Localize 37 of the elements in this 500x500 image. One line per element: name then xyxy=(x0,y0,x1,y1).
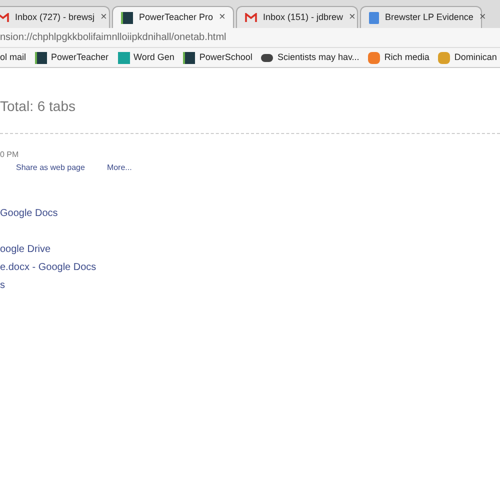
bookmark[interactable]: Dominican xyxy=(438,50,497,64)
bookmark[interactable]: Rich media xyxy=(368,50,430,64)
app-icon xyxy=(368,52,380,64)
bookmark[interactable]: ol mail xyxy=(0,50,26,64)
bookmark[interactable]: Word Gen xyxy=(118,50,174,64)
app-icon xyxy=(438,52,450,64)
browser-tab[interactable]: Inbox (727) - brewsj × xyxy=(0,6,110,28)
close-button[interactable]: × xyxy=(479,12,486,23)
browser-tab[interactable]: PowerTeacher Pro × xyxy=(112,6,234,28)
tab-title: Brewster LP Evidence xyxy=(385,10,474,24)
tab-link[interactable]: s xyxy=(0,277,500,295)
group-time: 0 PM xyxy=(0,149,20,161)
action-link[interactable]: More... xyxy=(106,162,132,174)
tab-link[interactable]: e.docx - Google Docs xyxy=(0,259,500,277)
bookmark[interactable]: Scientists may hav... xyxy=(261,50,360,64)
app-icon xyxy=(121,12,133,24)
mail-icon xyxy=(245,12,257,22)
close-button[interactable]: × xyxy=(349,12,356,23)
bookmark[interactable]: PowerSchool xyxy=(183,50,252,64)
total-heading: Total: 6 tabs xyxy=(0,97,76,116)
browser-tab[interactable]: Inbox (151) - jdbrew × xyxy=(236,6,358,28)
address-bar[interactable]: nsion://chphlpgkkbolifaimnlloiipkdnihall/onetab.html xyxy=(0,28,500,48)
tab-link[interactable]: Google Docs xyxy=(0,205,500,223)
document-icon xyxy=(369,12,379,24)
app-icon xyxy=(183,52,196,64)
tab-title: Inbox (727) - brewsj xyxy=(15,10,95,24)
app-icon xyxy=(118,52,130,64)
close-button[interactable]: × xyxy=(219,12,226,23)
close-button[interactable]: × xyxy=(100,12,107,23)
app-icon xyxy=(35,52,48,64)
url-text: nsion://chphlpgkkbolifaimnlloiipkdnihall/onetab.html xyxy=(0,31,226,45)
tab-link[interactable]: oogle Drive xyxy=(0,241,500,259)
tab-title: Inbox (151) - jdbrew xyxy=(263,10,344,24)
action-link[interactable]: Share as web page xyxy=(16,162,85,174)
tab-title: PowerTeacher Pro xyxy=(139,10,214,24)
bookmark[interactable]: PowerTeacher xyxy=(35,50,109,64)
mail-icon xyxy=(0,12,9,22)
